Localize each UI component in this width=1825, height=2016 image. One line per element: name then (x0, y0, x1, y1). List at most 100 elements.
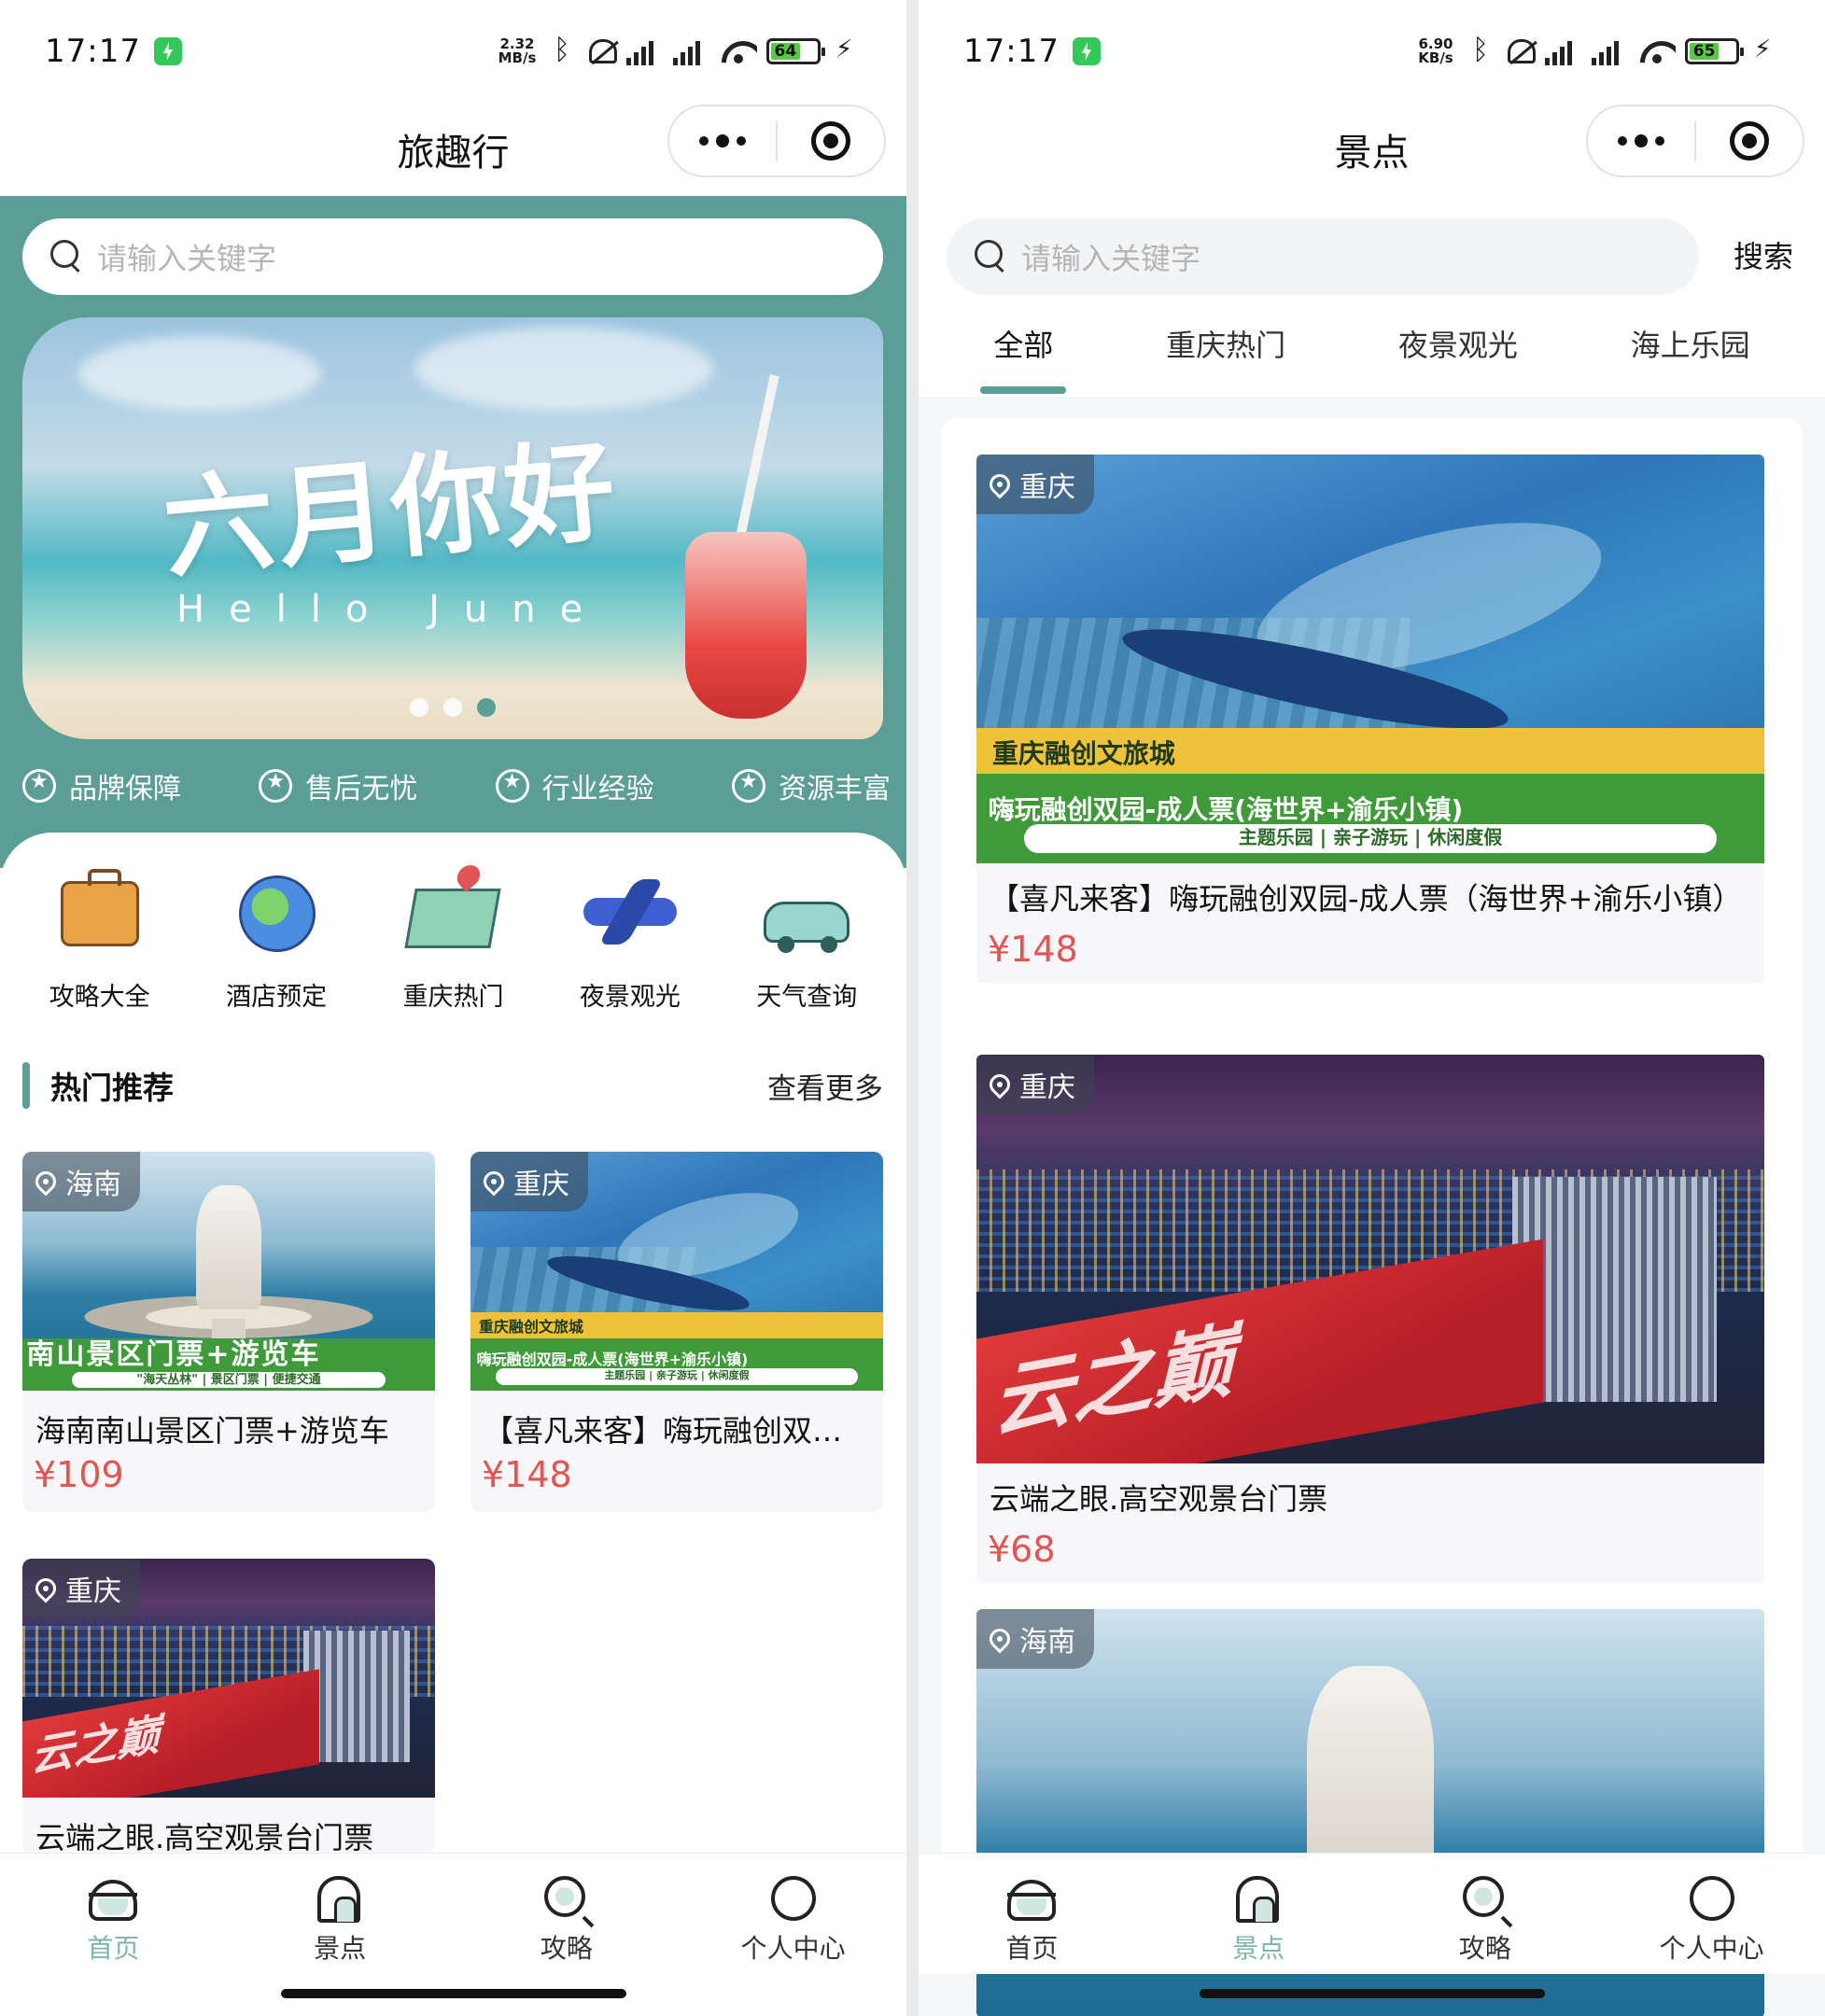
guide-icon (1459, 1872, 1511, 1925)
airplane-icon (578, 861, 682, 965)
nav-bar: 景点 (919, 103, 1825, 196)
status-time: 17:17 (963, 33, 1060, 70)
tab-label: 攻略 (540, 1933, 593, 1964)
hot-card-title: 云端之眼.高空观景台门票 (35, 1820, 374, 1854)
tab-spots[interactable]: 景点 (1145, 1854, 1372, 1974)
bottom-tab-bar: 首页 景点 攻略 个人中心 (0, 1853, 906, 1974)
tab-spots[interactable]: 景点 (227, 1854, 454, 1974)
tab-all[interactable]: 全部 (980, 308, 1067, 394)
battery-level: 65 (1690, 43, 1720, 60)
tab-profile[interactable]: 个人中心 (1598, 1854, 1825, 1974)
tab-guides[interactable]: 攻略 (454, 1854, 681, 1974)
badge-icon (259, 769, 293, 803)
location-pin-icon (985, 469, 1015, 499)
location-label: 重庆 (1019, 471, 1075, 504)
more-menu-icon[interactable] (1588, 106, 1694, 175)
signal-icon (673, 37, 710, 65)
feature-strip: 品牌保障 售后无忧 行业经验 资源丰富 (22, 765, 891, 806)
location-pin-icon (985, 1624, 1015, 1654)
category-hotel[interactable]: 酒店预定 (206, 861, 346, 1013)
image-subcaption: "海天丛林" | 景区门票 | 便捷交通 (72, 1371, 386, 1389)
bluetooth-icon (548, 34, 580, 66)
image-tags: 主题乐园 | 亲子游玩 | 休闲度假 (1023, 824, 1718, 854)
hot-card[interactable]: 重庆 云之巅 云端之眼.高空观景台门票 (22, 1559, 435, 1854)
user-icon (767, 1872, 820, 1925)
section-accent-bar (22, 1062, 30, 1109)
feature-item: 行业经验 (495, 765, 654, 806)
cloud (78, 336, 321, 411)
tab-chongqing-hot[interactable]: 重庆热门 (1158, 308, 1293, 394)
feature-item: 资源丰富 (731, 765, 891, 806)
category-chongqing-hot[interactable]: 重庆热门 (383, 861, 523, 1013)
close-miniprogram-icon[interactable] (778, 106, 884, 175)
tab-label: 首页 (1005, 1933, 1059, 1964)
view-more-link[interactable]: 查看更多 (767, 1065, 883, 1107)
carousel-dot-active[interactable] (477, 698, 496, 717)
category-guides[interactable]: 攻略大全 (30, 861, 170, 1013)
carousel-dot[interactable] (443, 698, 462, 717)
battery-icon: 65 (1685, 38, 1744, 64)
tab-sea-park[interactable]: 海上乐园 (1623, 308, 1758, 394)
net-speed-unit: KB/s (1418, 49, 1453, 66)
category-weather[interactable]: 天气查询 (737, 861, 877, 1013)
car-icon (754, 861, 859, 965)
badge-icon (495, 769, 529, 803)
hot-card[interactable]: 海南 南山景区门票+游览车 "海天丛林" | 景区门票 | 便捷交通 海南南山景… (22, 1152, 435, 1512)
banner-carousel[interactable]: 六月你好 Hello June (22, 317, 883, 739)
hot-card-title: 【喜凡来客】嗨玩融创双… (484, 1413, 843, 1447)
nav-bar: 旅趣行 (0, 103, 906, 196)
close-miniprogram-icon[interactable] (1696, 106, 1803, 175)
page-title: 旅趣行 (397, 132, 510, 175)
location-badge: 重庆 (976, 455, 1094, 514)
spot-icon (1232, 1872, 1285, 1925)
tab-label: 个人中心 (1659, 1933, 1764, 1964)
feature-item: 售后无忧 (259, 765, 417, 806)
home-indicator (1199, 1989, 1545, 1998)
tab-label: 景点 (314, 1933, 367, 1964)
tab-guides[interactable]: 攻略 (1372, 1854, 1599, 1974)
feature-label: 资源丰富 (778, 773, 891, 805)
status-bar: 17:17 2.32 MB/s 64 (0, 0, 906, 103)
spot-card-title: 【喜凡来客】嗨玩融创双园-成人票（海世界+渝乐小镇） (990, 881, 1743, 917)
spot-card[interactable]: 重庆 云之巅 云端之眼.高空观景台门票 ¥68 (976, 1055, 1764, 1583)
location-badge: 重庆 (470, 1152, 588, 1211)
tab-profile[interactable]: 个人中心 (680, 1854, 906, 1974)
hot-card-price: ¥109 (34, 1454, 124, 1495)
image-band-text: 重庆融创文旅城 (478, 1318, 583, 1337)
cloud (414, 327, 713, 411)
map-pin-icon (400, 861, 505, 965)
search-button[interactable]: 搜索 (1734, 233, 1793, 276)
status-icons: 2.32 MB/s 64 (496, 34, 862, 66)
location-label: 重庆 (65, 1575, 121, 1608)
image-headline: 嗨玩融创双园-成人票(海世界+渝乐小镇) (476, 1350, 749, 1368)
signal-icon (1592, 37, 1629, 65)
search-input[interactable]: 请输入关键字 (947, 218, 1699, 295)
location-label: 重庆 (513, 1169, 569, 1201)
net-speed: 6.90 KB/s (1414, 37, 1457, 65)
status-time: 17:17 (45, 33, 141, 70)
charging-icon (153, 37, 182, 65)
spot-icon (314, 1872, 366, 1925)
section-title: 热门推荐 (50, 1070, 174, 1106)
category-label: 攻略大全 (49, 983, 150, 1012)
hot-card[interactable]: 重庆 重庆融创文旅城 嗨玩融创双园-成人票(海世界+渝乐小镇) 主题乐园 | 亲… (470, 1152, 883, 1512)
feature-item: 品牌保障 (22, 765, 181, 806)
spot-card[interactable]: 重庆 重庆融创文旅城 嗨玩融创双园-成人票(海世界+渝乐小镇) 主题乐园 | 亲… (976, 455, 1764, 983)
feature-label: 行业经验 (541, 773, 654, 805)
tab-home[interactable]: 首页 (919, 1854, 1145, 1974)
more-menu-icon[interactable] (669, 106, 776, 175)
location-label: 重庆 (1019, 1071, 1075, 1104)
location-pin-icon (479, 1167, 509, 1197)
category-night-view[interactable]: 夜景观光 (560, 861, 700, 1013)
charging-icon (1072, 37, 1101, 65)
category-grid: 攻略大全 酒店预定 重庆热门 夜景观光 天气查询 (0, 861, 906, 1013)
tab-night-view[interactable]: 夜景观光 (1391, 308, 1525, 394)
image-headline: 嗨玩融创双园-成人票(海世界+渝乐小镇) (988, 793, 1464, 825)
search-placeholder: 请输入关键字 (97, 241, 277, 276)
tab-home[interactable]: 首页 (0, 1854, 227, 1974)
carousel-dot[interactable] (410, 698, 428, 717)
signal-icon (626, 37, 664, 65)
bottom-tab-bar: 首页 景点 攻略 个人中心 (919, 1853, 1825, 1974)
search-input[interactable]: 请输入关键字 (22, 218, 883, 295)
location-pin-icon (31, 1167, 61, 1197)
